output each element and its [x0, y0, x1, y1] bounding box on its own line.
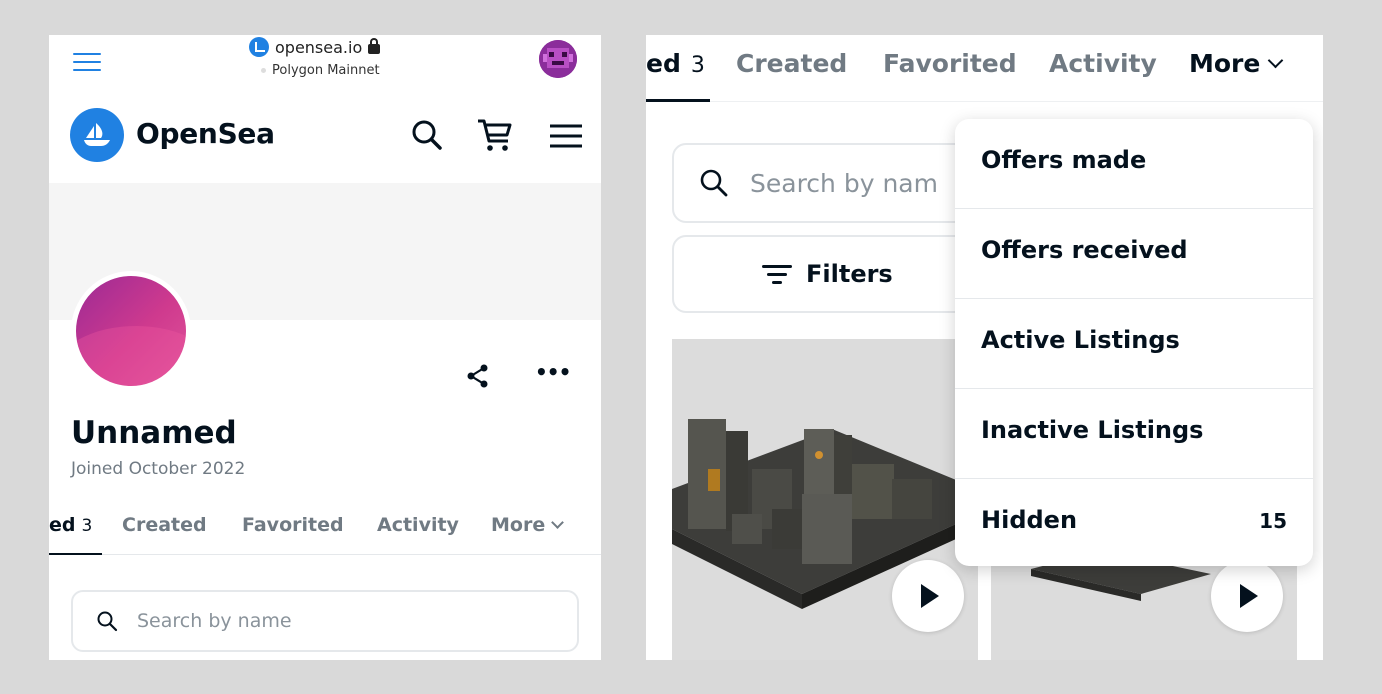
tab-collected-count: 3: [690, 53, 705, 78]
profile-name: Unnamed: [71, 415, 237, 451]
tab-created[interactable]: Created: [122, 514, 207, 536]
more-dropdown-menu: Offers made Offers received Active Listi…: [955, 119, 1313, 566]
tab-created[interactable]: Created: [736, 49, 847, 78]
search-icon: [700, 169, 728, 197]
filters-label: Filters: [806, 260, 893, 288]
browser-url-area[interactable]: opensea.io Polygon Mainnet: [249, 37, 449, 78]
filter-icon: [762, 263, 792, 285]
tab-collected[interactable]: ed 3: [49, 514, 92, 536]
chevron-down-icon: [1268, 52, 1284, 69]
active-tab-underline: [49, 553, 102, 555]
menu-item-hidden[interactable]: Hidden 15: [955, 479, 1313, 566]
profile-avatar[interactable]: [71, 271, 191, 391]
profile-more-menu-panel: ed 3 Created Favorited Activity More Sear…: [646, 35, 1323, 660]
profile-tabs: ed 3 Created Favorited Activity More: [49, 505, 601, 555]
browser-menu-icon[interactable]: [73, 53, 101, 71]
search-icon[interactable]: [407, 115, 447, 155]
opensea-logo[interactable]: [70, 108, 124, 162]
tab-more[interactable]: More: [491, 514, 565, 536]
active-tab-underline: [646, 99, 710, 102]
cart-icon[interactable]: [475, 115, 515, 155]
nft-card[interactable]: [672, 339, 978, 660]
tab-favorited[interactable]: Favorited: [242, 514, 344, 536]
share-icon[interactable]: [465, 363, 491, 389]
menu-item-active-listings[interactable]: Active Listings: [955, 299, 1313, 389]
tab-favorited[interactable]: Favorited: [883, 49, 1017, 78]
site-icon: [249, 37, 269, 57]
more-icon[interactable]: •••: [535, 362, 571, 389]
mobile-profile-panel: opensea.io Polygon Mainnet OpenSea ••• U…: [49, 35, 601, 660]
profile-joined-date: Joined October 2022: [71, 459, 246, 479]
menu-item-offers-received[interactable]: Offers received: [955, 209, 1313, 299]
search-input[interactable]: Search by name: [71, 590, 579, 652]
hidden-count: 15: [1259, 509, 1287, 533]
tab-activity[interactable]: Activity: [377, 514, 459, 536]
browser-url: opensea.io: [275, 37, 363, 57]
tab-collected-count: 3: [81, 516, 93, 536]
tab-collected[interactable]: ed 3: [646, 49, 705, 78]
play-icon[interactable]: [1211, 560, 1283, 632]
tab-activity[interactable]: Activity: [1049, 49, 1157, 78]
search-icon: [97, 611, 118, 632]
search-placeholder: Search by name: [137, 610, 292, 632]
menu-icon[interactable]: [546, 115, 586, 155]
menu-item-offers-made[interactable]: Offers made: [955, 119, 1313, 209]
menu-item-inactive-listings[interactable]: Inactive Listings: [955, 389, 1313, 479]
tab-more[interactable]: More: [1189, 49, 1284, 78]
network-name: Polygon Mainnet: [272, 63, 380, 78]
play-icon[interactable]: [892, 560, 964, 632]
brand-name[interactable]: OpenSea: [136, 117, 275, 150]
search-placeholder: Search by nam: [750, 168, 938, 198]
chevron-down-icon: [551, 516, 565, 529]
browser-bar: opensea.io Polygon Mainnet: [49, 35, 601, 99]
site-header: OpenSea: [49, 99, 601, 183]
network-status-dot: [261, 68, 266, 73]
wallet-avatar[interactable]: [539, 40, 577, 78]
profile-tabs: ed 3 Created Favorited Activity More: [646, 35, 1323, 102]
lock-icon: [368, 38, 381, 54]
